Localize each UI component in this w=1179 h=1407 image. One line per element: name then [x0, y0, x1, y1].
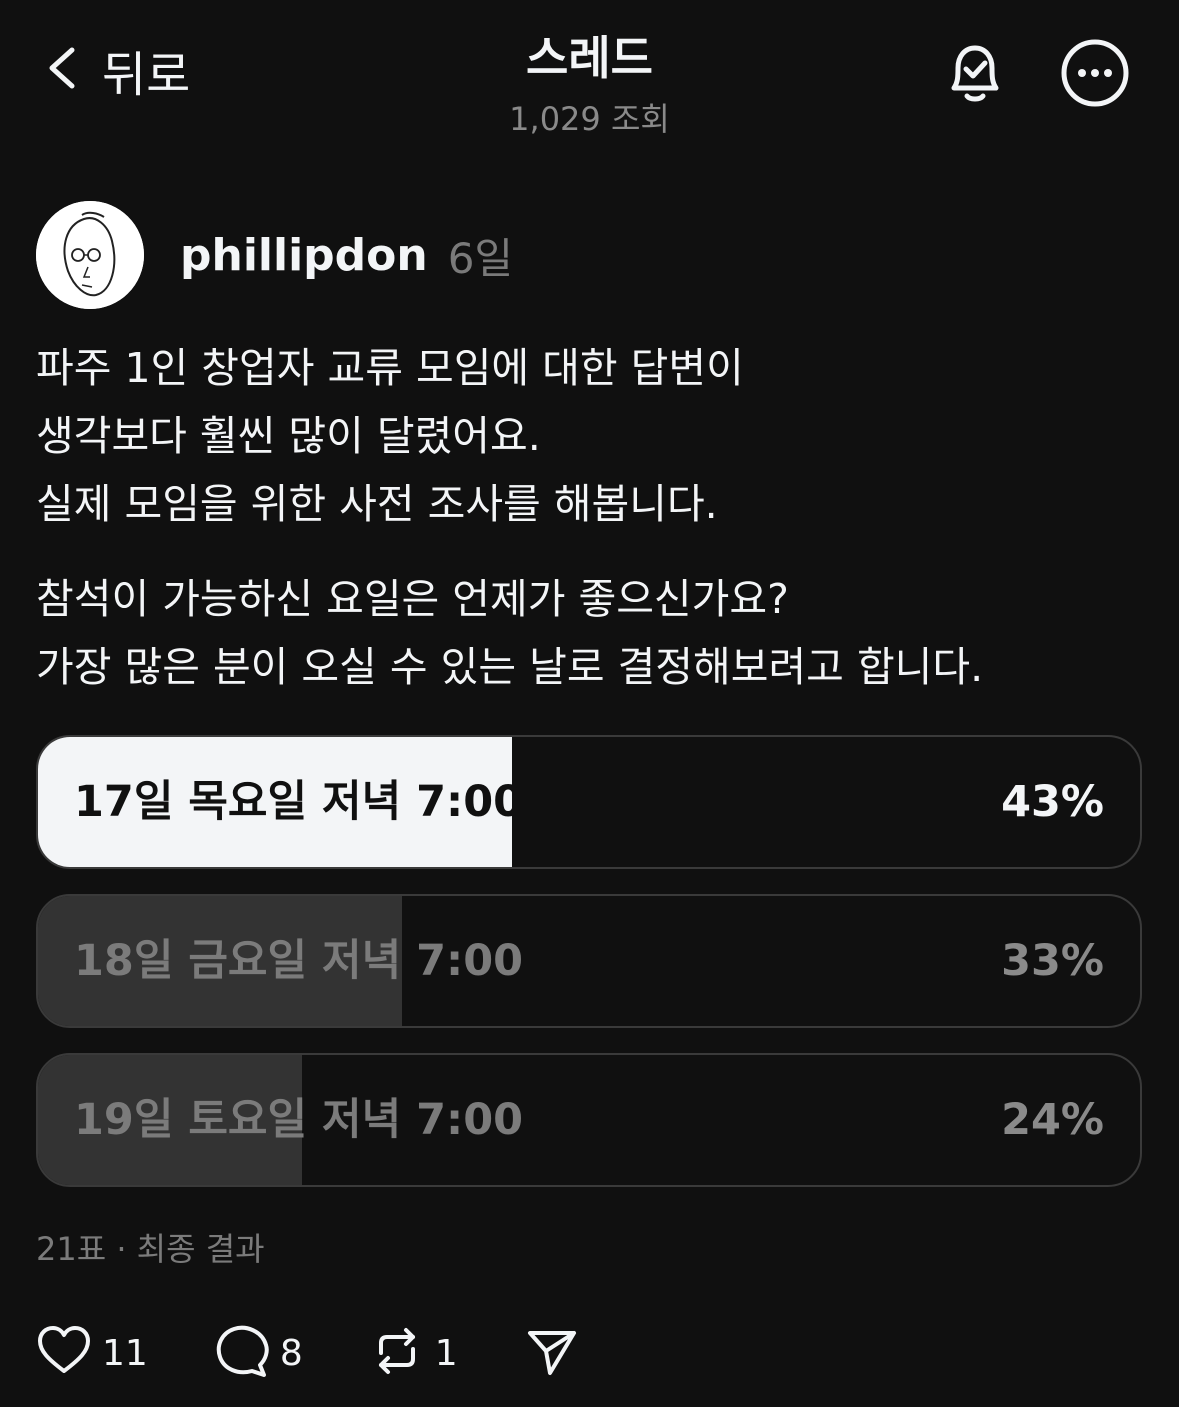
notification-bell-button[interactable]	[938, 36, 1012, 110]
more-options-button[interactable]	[1060, 38, 1130, 108]
poll-option-percent: 33%	[1001, 936, 1104, 986]
heart-icon	[36, 1323, 92, 1383]
like-button[interactable]: 11	[36, 1323, 148, 1383]
reply-count: 8	[279, 1332, 303, 1374]
post-author-row: phillipdon 6일	[36, 201, 513, 309]
avatar[interactable]	[36, 201, 144, 309]
poll-option-label: 19일 토요일 저녁 7:00	[74, 1095, 524, 1145]
poll-option-label: 18일 금요일 저녁 7:00	[74, 936, 524, 986]
like-count: 11	[102, 1332, 148, 1374]
poll-option-label: 17일 목요일 저녁 7:00	[74, 777, 524, 827]
poll-summary: 21표 · 최종 결과	[36, 1230, 265, 1268]
post-body-paragraph-2: 참석이 가능하신 요일은 언제가 좋으신가요? 가장 많은 분이 오실 수 있는…	[36, 575, 984, 691]
post-action-bar: 11 8 1	[36, 1318, 646, 1388]
repost-icon	[369, 1323, 425, 1383]
post-timestamp: 6일	[447, 233, 514, 283]
send-icon	[524, 1323, 580, 1383]
share-button[interactable]	[524, 1323, 580, 1383]
poll-option-percent: 24%	[1001, 1095, 1104, 1145]
top-navigation-bar: 뒤로 스레드 1,029 조회	[0, 0, 1179, 140]
author-username[interactable]: phillipdon	[180, 230, 428, 281]
poll-option-1[interactable]: 17일 목요일 저녁 7:00 43%	[36, 735, 1142, 869]
post-body-paragraph-1: 파주 1인 창업자 교류 모임에 대한 답변이 생각보다 훨씬 많이 달렸어요.…	[36, 344, 744, 528]
reply-button[interactable]: 8	[214, 1323, 303, 1383]
repost-button[interactable]: 1	[369, 1323, 458, 1383]
comment-icon	[214, 1323, 270, 1383]
poll-option-2[interactable]: 18일 금요일 저녁 7:00 33%	[36, 894, 1142, 1028]
poll-option-3[interactable]: 19일 토요일 저녁 7:00 24%	[36, 1053, 1142, 1187]
bell-check-icon	[938, 45, 1012, 114]
repost-count: 1	[434, 1332, 458, 1374]
more-horizontal-icon	[1060, 39, 1130, 112]
poll-option-percent: 43%	[1001, 777, 1104, 827]
